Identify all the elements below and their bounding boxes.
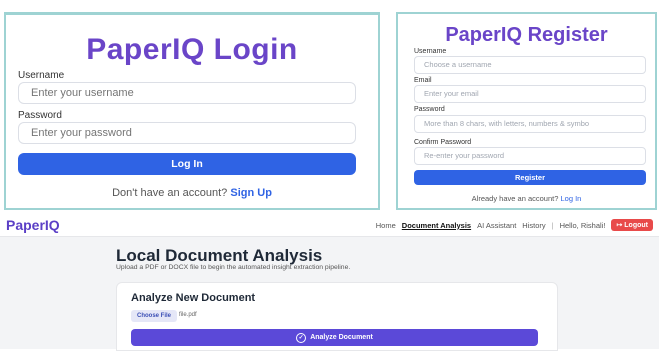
- register-panel: PaperIQ Register Username Choose a usern…: [396, 12, 657, 210]
- login-link[interactable]: Log In: [560, 194, 581, 203]
- login-username-input[interactable]: [18, 82, 356, 104]
- logout-icon: ↦: [616, 222, 623, 229]
- nav-history[interactable]: History: [522, 221, 545, 230]
- main-nav: Home Document Analysis AI Assistant Hist…: [376, 219, 653, 231]
- nav-ai-assistant[interactable]: AI Assistant: [477, 221, 516, 230]
- nav-document-analysis[interactable]: Document Analysis: [402, 221, 471, 230]
- login-panel: PaperIQ Login Username Password Log In D…: [4, 12, 380, 210]
- register-password-input[interactable]: More than 8 chars, with letters, numbers…: [414, 115, 646, 133]
- choose-file-button[interactable]: Choose File: [131, 310, 178, 322]
- user-greeting: Hello, Rishali!: [559, 220, 606, 230]
- logout-label: Logout: [624, 222, 648, 229]
- login-prompt-text: Already have an account?: [471, 194, 559, 203]
- register-title: PaperIQ Register: [445, 24, 608, 46]
- login-button[interactable]: Log In: [18, 153, 356, 175]
- analyze-card: Analyze New Document Choose File file.pd…: [116, 282, 558, 351]
- card-title: Analyze New Document: [131, 292, 256, 304]
- login-prompt: Already have an account? Log In: [398, 194, 655, 203]
- brand-logo[interactable]: PaperIQ: [6, 217, 60, 233]
- signup-link[interactable]: Sign Up: [230, 187, 272, 199]
- username-label: Username: [18, 70, 65, 81]
- selected-file-name: file.pdf: [179, 312, 197, 318]
- top-navbar: PaperIQ Home Document Analysis AI Assist…: [0, 214, 659, 237]
- register-username-label: Username: [414, 48, 447, 55]
- register-email-label: Email: [414, 77, 432, 84]
- document-analysis-page: PaperIQ Home Document Analysis AI Assist…: [0, 214, 659, 351]
- register-username-input[interactable]: Choose a username: [414, 56, 646, 74]
- page-subtitle: Upload a PDF or DOCX file to begin the a…: [116, 264, 351, 271]
- check-circle-icon: ✓: [296, 332, 307, 343]
- signup-prompt-text: Don't have an account?: [112, 187, 228, 199]
- register-password-label: Password: [414, 106, 445, 113]
- login-title: PaperIQ Login: [86, 33, 298, 66]
- password-label: Password: [18, 110, 62, 121]
- register-email-input[interactable]: Enter your email: [414, 85, 646, 103]
- page-title: Local Document Analysis: [116, 246, 323, 265]
- analyze-document-button[interactable]: ✓ Analyze Document: [131, 329, 538, 346]
- register-button[interactable]: Register: [414, 170, 646, 185]
- analyze-button-label: Analyze Document: [310, 334, 373, 341]
- register-confirm-label: Confirm Password: [414, 139, 472, 146]
- nav-separator: |: [551, 220, 554, 230]
- signup-prompt: Don't have an account? Sign Up: [6, 187, 378, 199]
- nav-home[interactable]: Home: [376, 221, 396, 230]
- register-confirm-input[interactable]: Re-enter your password: [414, 147, 646, 165]
- login-password-input[interactable]: [18, 122, 356, 144]
- logout-button[interactable]: ↦ Logout: [611, 219, 653, 231]
